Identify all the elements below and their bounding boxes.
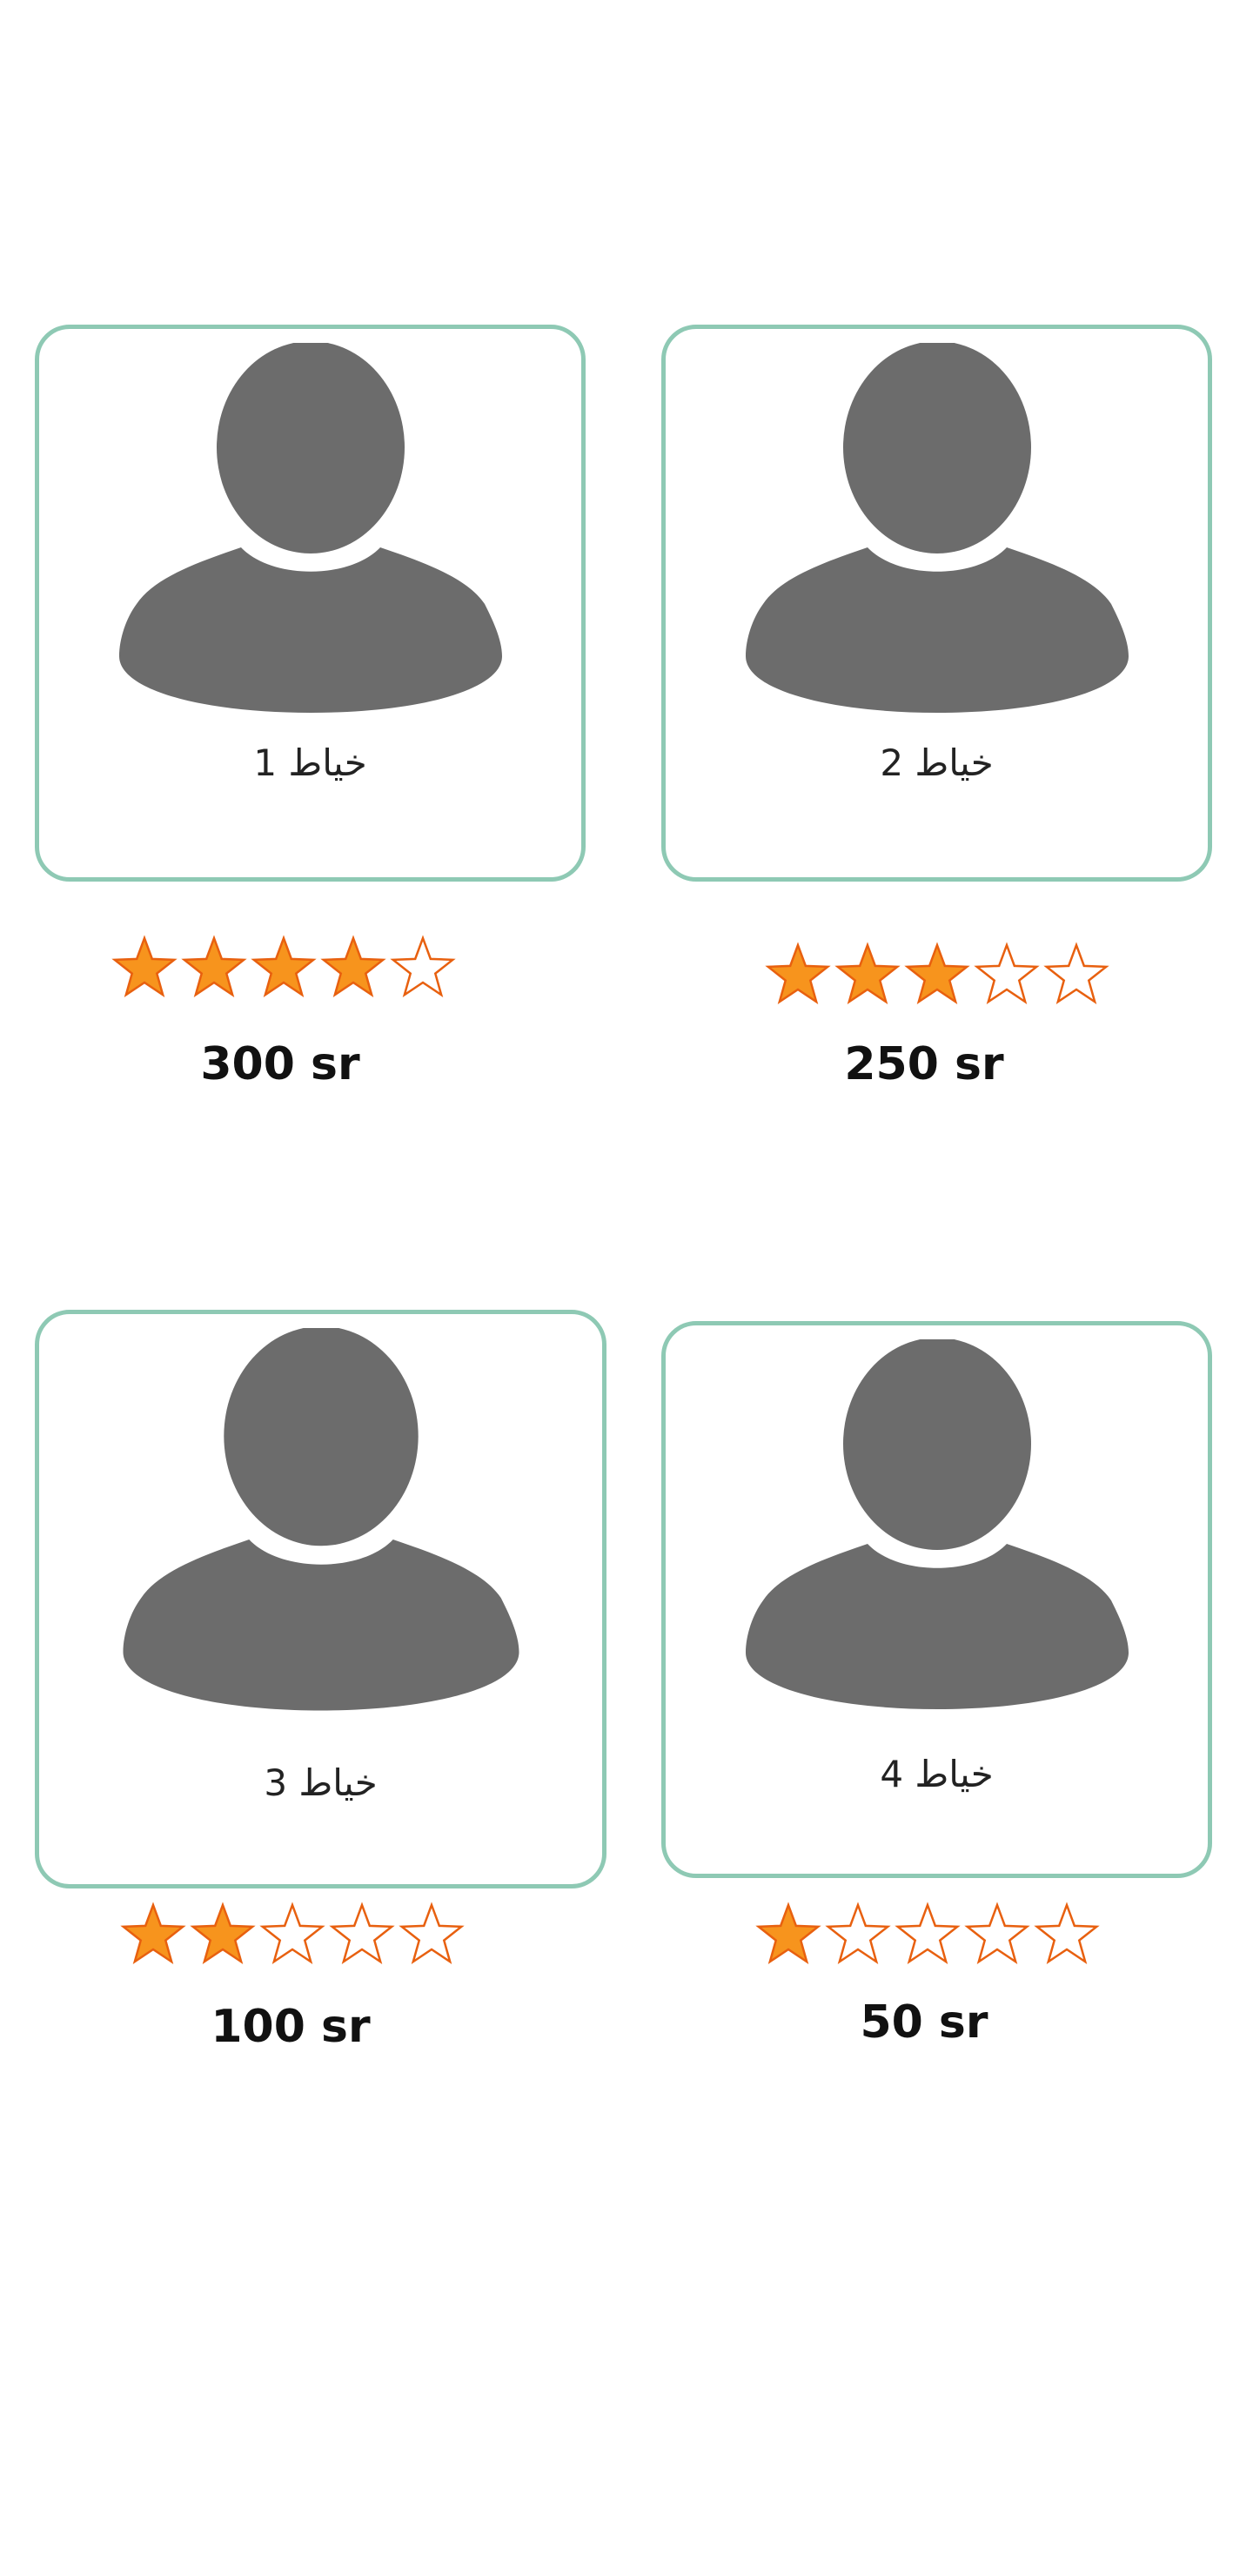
star-rating	[110, 933, 458, 1003]
tailor-name: خياط 3	[264, 1761, 378, 1804]
tailor-card-2[interactable]: خياط 2	[661, 325, 1212, 882]
person-silhouette-icon	[118, 343, 502, 713]
star-filled-icon	[251, 935, 317, 998]
star-empty-icon	[390, 935, 456, 998]
star-empty-icon	[895, 1902, 961, 1965]
tailor-name: خياط 1	[253, 741, 367, 784]
tailor-card-1[interactable]: خياط 1	[35, 325, 586, 882]
star-filled-icon	[190, 1902, 256, 1965]
person-silhouette-icon	[745, 343, 1129, 713]
tailor-name: خياط 4	[880, 1753, 994, 1795]
star-filled-icon	[765, 942, 831, 1005]
star-rating	[118, 1900, 466, 1969]
tailor-name: خياط 2	[880, 741, 994, 784]
person-silhouette-icon	[745, 1339, 1129, 1709]
star-empty-icon	[1034, 1902, 1100, 1965]
star-empty-icon	[329, 1902, 395, 1965]
star-filled-icon	[834, 942, 901, 1005]
tailor-price: 250 sr	[844, 1038, 1004, 1090]
star-rating	[763, 940, 1111, 1010]
star-empty-icon	[825, 1902, 891, 1965]
tailor-price: 100 sr	[211, 2001, 371, 2053]
star-filled-icon	[120, 1902, 186, 1965]
star-filled-icon	[111, 935, 178, 998]
tailor-price: 50 sr	[860, 1996, 988, 2049]
tailor-card-4[interactable]: خياط 4	[661, 1321, 1212, 1878]
star-empty-icon	[399, 1902, 465, 1965]
star-filled-icon	[904, 942, 970, 1005]
star-empty-icon	[1043, 942, 1109, 1005]
person-silhouette-icon	[123, 1328, 519, 1711]
tailor-price: 300 sr	[200, 1038, 360, 1090]
star-empty-icon	[964, 1902, 1030, 1965]
star-rating	[754, 1900, 1102, 1969]
tailor-card-3[interactable]: خياط 3	[35, 1310, 606, 1888]
star-empty-icon	[974, 942, 1040, 1005]
star-filled-icon	[320, 935, 386, 998]
star-empty-icon	[259, 1902, 325, 1965]
star-filled-icon	[755, 1902, 821, 1965]
star-filled-icon	[181, 935, 247, 998]
